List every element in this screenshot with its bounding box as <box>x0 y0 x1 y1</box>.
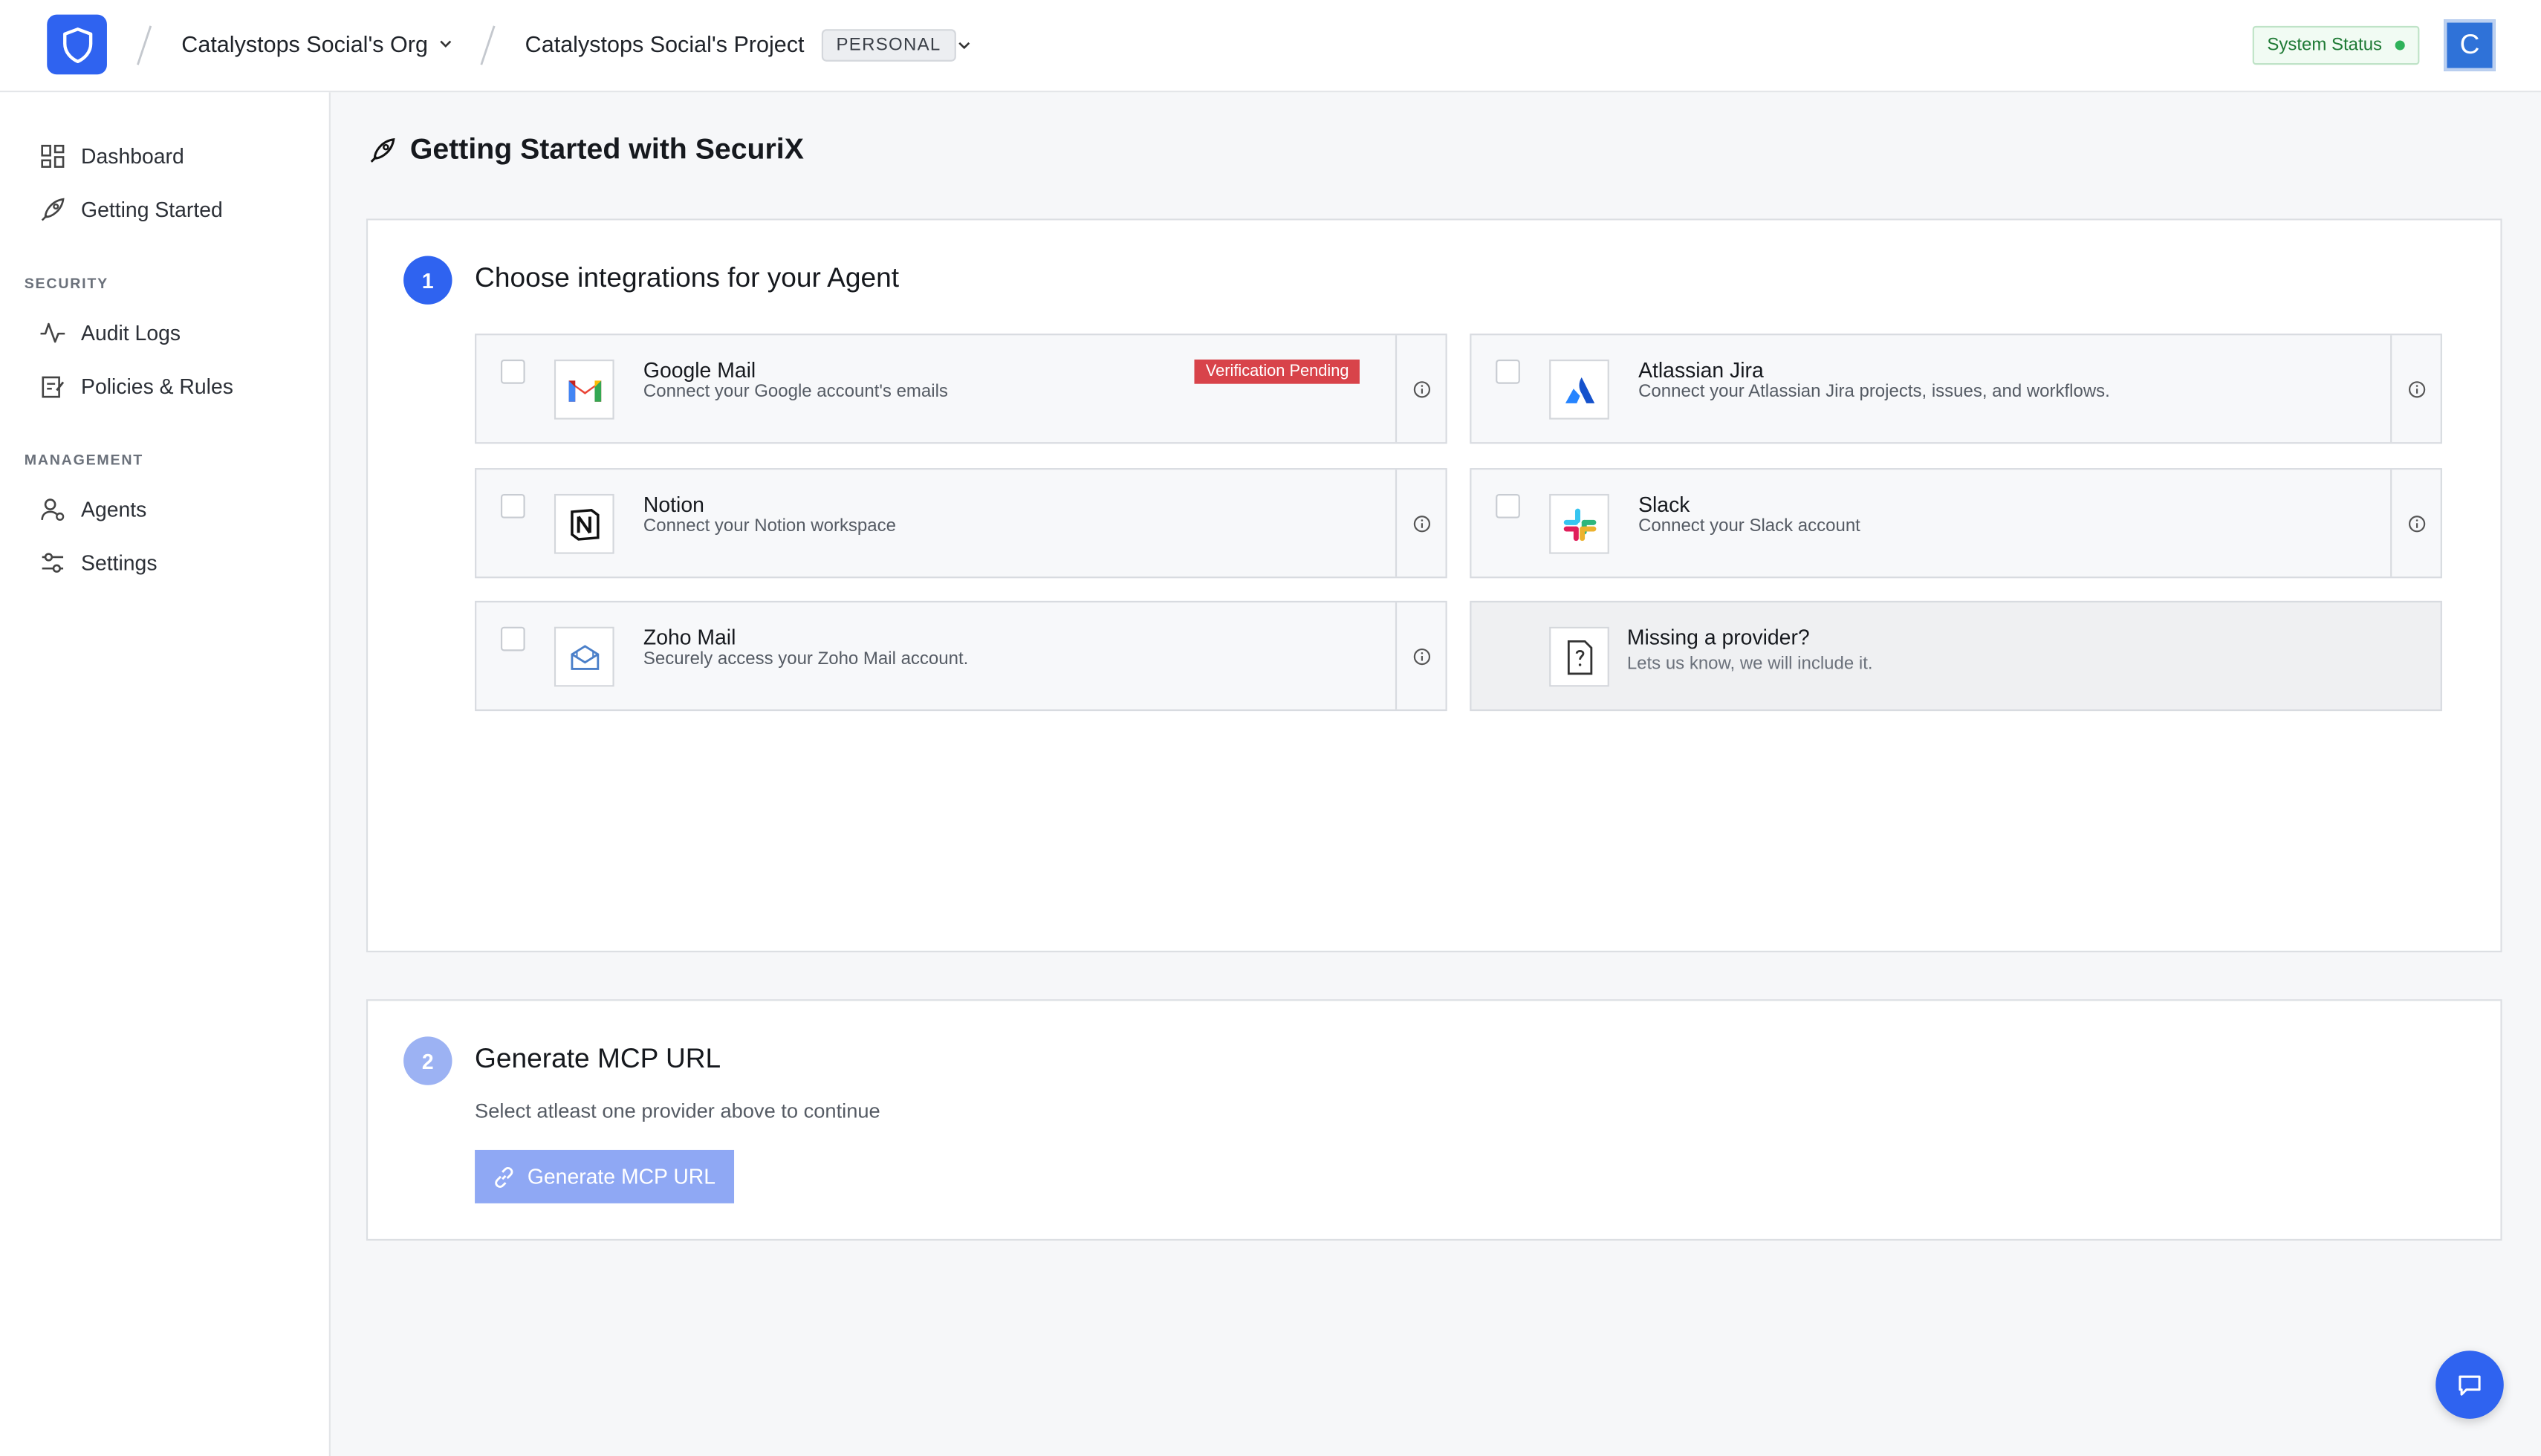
step-2-title: Generate MCP URL <box>475 1043 721 1074</box>
step-2-card: 2 Generate MCP URL Select atleast one pr… <box>366 999 2502 1241</box>
activity-icon <box>40 322 65 342</box>
sidebar-item-agents[interactable]: Agents <box>39 491 146 527</box>
provider-atlassian-jira: Atlassian Jira Connect your Atlassian Ji… <box>1470 334 2442 444</box>
zoho-mail-icon <box>554 626 614 687</box>
step-1-card: 1 Choose integrations for your Agent Goo… <box>366 218 2502 952</box>
info-icon <box>2407 380 2425 397</box>
provider-description: Securely access your Zoho Mail account. <box>643 649 969 669</box>
provider-slack: Slack Connect your Slack account <box>1470 468 2442 579</box>
app-root: Catalystops Social's Org Catalystops Soc… <box>0 0 2541 1456</box>
step-2-subtitle: Select atleast one provider above to con… <box>475 1099 880 1122</box>
provider-checkbox[interactable] <box>500 360 525 384</box>
provider-checkbox[interactable] <box>500 493 525 519</box>
info-icon <box>1412 515 1429 532</box>
missing-provider-title: Missing a provider? <box>1626 625 1810 650</box>
step-number: 2 <box>403 1036 452 1085</box>
missing-provider-description: Lets us know, we will include it. <box>1626 654 1873 674</box>
slack-icon <box>1549 493 1609 554</box>
missing-provider-card[interactable]: Missing a provider? Lets us know, we wil… <box>1470 600 2442 712</box>
breadcrumb-separator <box>480 25 496 65</box>
info-button[interactable] <box>1395 602 1446 709</box>
provider-checkbox[interactable] <box>500 626 525 651</box>
info-button[interactable] <box>2390 469 2441 577</box>
shield-icon <box>62 26 92 62</box>
provider-notion: Notion Connect your Notion workspace <box>475 468 1447 579</box>
step-number: 1 <box>403 256 452 305</box>
provider-description: Connect your Notion workspace <box>643 516 896 536</box>
generate-button-label: Generate MCP URL <box>527 1164 716 1189</box>
user-avatar[interactable]: C <box>2444 19 2496 71</box>
provider-description: Connect your Slack account <box>1638 516 1860 536</box>
sidebar-item-label: Dashboard <box>81 143 184 168</box>
step-1-title: Choose integrations for your Agent <box>475 262 900 293</box>
provider-name: Slack <box>1638 492 1690 517</box>
chevron-down-icon <box>440 40 452 48</box>
chat-icon <box>2459 1375 2481 1396</box>
verification-pending-badge: Verification Pending <box>1194 360 1360 384</box>
provider-name: Atlassian Jira <box>1638 357 1764 383</box>
info-button[interactable] <box>1395 335 1446 443</box>
provider-name: Zoho Mail <box>643 625 736 650</box>
org-switcher[interactable]: Catalystops Social's Org <box>181 30 454 56</box>
gmail-icon <box>554 360 614 420</box>
status-dot <box>2395 40 2405 51</box>
sidebar-item-label: Settings <box>81 550 158 574</box>
info-icon <box>2407 515 2425 532</box>
chevron-down-icon[interactable] <box>956 37 973 53</box>
provider-checkbox[interactable] <box>1496 493 1520 519</box>
sidebar-item-label: Agents <box>81 496 147 521</box>
sidebar-item-settings[interactable]: Settings <box>39 545 158 580</box>
org-name: Catalystops Social's Org <box>181 30 428 57</box>
breadcrumb-separator <box>137 25 152 65</box>
notion-icon <box>554 493 614 554</box>
top-bar: Catalystops Social's Org Catalystops Soc… <box>0 0 2541 93</box>
sidebar-item-audit-logs[interactable]: Audit Logs <box>39 314 181 350</box>
sidebar-item-label: Audit Logs <box>81 319 181 345</box>
settings-icon <box>42 552 64 572</box>
provider-description: Connect your Atlassian Jira projects, is… <box>1638 382 2110 402</box>
project-type-badge: PERSONAL <box>821 29 956 62</box>
provider-name: Google Mail <box>643 357 756 383</box>
sidebar-item-policies-rules[interactable]: Policies & Rules <box>39 368 233 403</box>
info-icon <box>1412 380 1429 397</box>
info-icon <box>1412 647 1429 665</box>
info-button[interactable] <box>2390 335 2441 443</box>
section-label-security: SECURITY <box>24 275 108 292</box>
agents-icon <box>41 498 65 520</box>
policy-icon <box>42 375 65 397</box>
page-title-text: Getting Started with SecuriX <box>409 132 804 166</box>
provider-description: Connect your Google account's emails <box>643 382 948 402</box>
sidebar-item-getting-started[interactable]: Getting Started <box>39 191 223 227</box>
provider-name: Notion <box>643 492 704 517</box>
project-name: Catalystops Social's Project <box>525 30 805 57</box>
info-button[interactable] <box>1395 469 1446 577</box>
provider-google-mail: Google Mail Connect your Google account'… <box>475 334 1447 444</box>
section-label-management: MANAGEMENT <box>24 452 144 469</box>
sidebar-item-label: Policies & Rules <box>81 373 233 398</box>
project-switcher[interactable]: Catalystops Social's Project <box>525 30 805 56</box>
app-logo[interactable] <box>47 14 107 75</box>
chat-support-button[interactable] <box>2435 1351 2504 1419</box>
system-status-label: System Status <box>2267 35 2383 56</box>
link-icon <box>496 1166 514 1187</box>
sidebar-item-label: Getting Started <box>81 196 223 221</box>
rocket-icon <box>370 137 395 162</box>
page-title: Getting Started with SecuriX <box>368 133 804 167</box>
rocket-icon <box>41 197 65 221</box>
question-icon <box>1549 626 1609 687</box>
provider-zoho-mail: Zoho Mail Securely access your Zoho Mail… <box>475 600 1447 712</box>
dashboard-icon <box>41 143 65 167</box>
sidebar-item-dashboard[interactable]: Dashboard <box>39 137 184 173</box>
sidebar: Dashboard Getting Started SECURITY Audit… <box>0 92 331 1456</box>
provider-checkbox[interactable] <box>1496 360 1520 384</box>
avatar-initial: C <box>2459 29 2480 60</box>
generate-mcp-url-button[interactable]: Generate MCP URL <box>475 1149 735 1203</box>
system-status-badge[interactable]: System Status <box>2252 25 2420 65</box>
jira-icon <box>1549 360 1609 420</box>
